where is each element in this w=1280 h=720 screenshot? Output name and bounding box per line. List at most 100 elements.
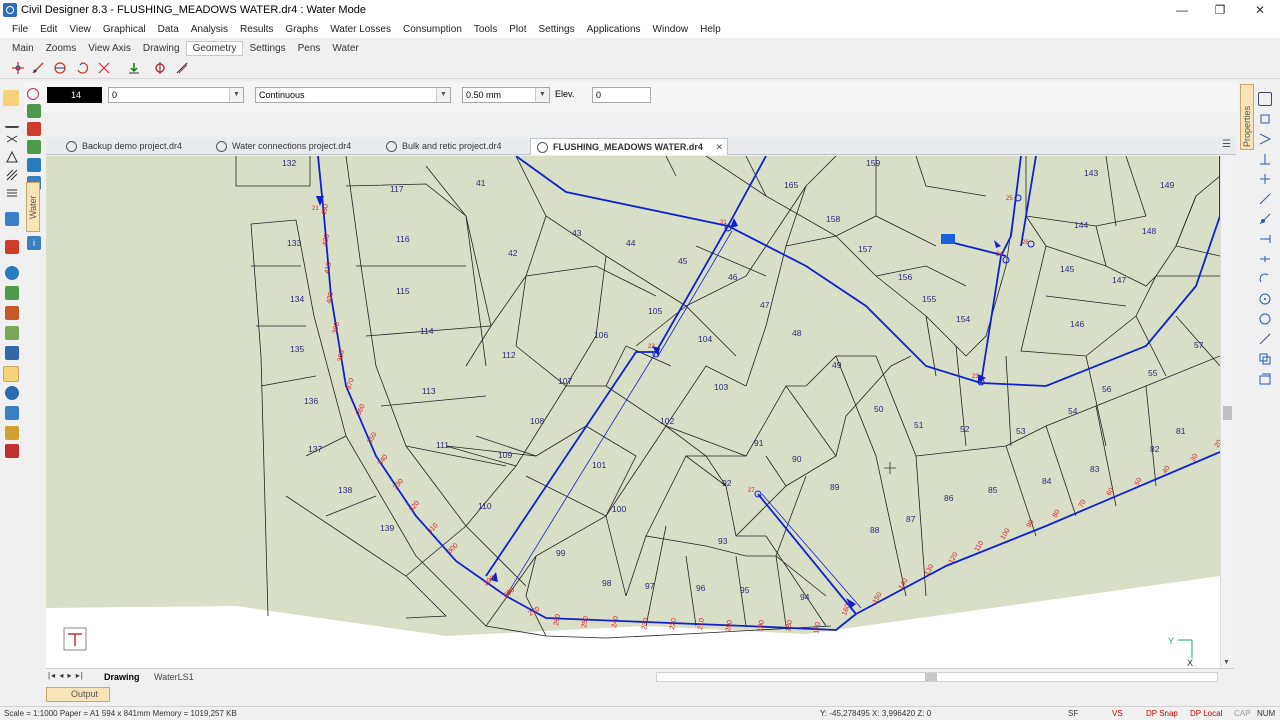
near-tool-icon[interactable]	[1258, 332, 1272, 346]
center-tool-icon[interactable]	[1258, 292, 1272, 306]
chevron-down-icon[interactable]: ▼	[535, 88, 549, 102]
menu-graphical[interactable]: Graphical	[97, 24, 152, 35]
tab-bulk-retic[interactable]: Bulk and retic project.dr4	[380, 138, 526, 155]
reservoir-icon[interactable]	[5, 240, 19, 254]
cross-tool-icon[interactable]	[1258, 172, 1272, 186]
menu-plot[interactable]: Plot	[503, 24, 532, 35]
ribbon-tab-geometry[interactable]: Geometry	[185, 40, 244, 56]
triangle-icon[interactable]	[5, 150, 19, 164]
node-edit-icon[interactable]	[152, 60, 168, 76]
sf-indicator[interactable]: SF	[1068, 707, 1078, 720]
scroll-down-icon[interactable]: ▼	[1223, 659, 1230, 666]
ribbon-tab-settings[interactable]: Settings	[243, 42, 291, 55]
tools-icon[interactable]	[5, 444, 19, 458]
minimize-button[interactable]: —	[1162, 0, 1202, 20]
drawing-canvas[interactable]: Y X 132 117 41 159 165 143 149 133 116 43 44 158 157…	[46, 156, 1220, 668]
rotate-tool-icon[interactable]	[74, 60, 90, 76]
close-button[interactable]: ✕	[1240, 0, 1280, 20]
water-side-tab[interactable]: Water	[26, 182, 40, 232]
chevron-down-icon[interactable]: ▼	[436, 88, 450, 102]
valve-icon[interactable]	[5, 132, 19, 146]
measure-icon[interactable]	[174, 60, 190, 76]
meter-icon[interactable]	[5, 406, 19, 420]
layer-icon[interactable]	[27, 104, 41, 118]
menu-window[interactable]: Window	[647, 24, 695, 35]
ribbon-tab-drawing[interactable]: Drawing	[137, 42, 186, 55]
report-icon[interactable]	[5, 426, 19, 440]
hydrant-icon[interactable]	[5, 386, 19, 400]
end-tool-icon[interactable]	[1258, 232, 1272, 246]
mid-tool-icon[interactable]	[1258, 252, 1272, 266]
perp-tool-icon[interactable]	[1258, 152, 1272, 166]
linetype-select[interactable]: Continuous ▼	[255, 87, 451, 103]
tab-flushing-meadows[interactable]: FLUSHING_MEADOWS WATER.dr4 ✕	[530, 138, 728, 155]
horizontal-scroll-thumb[interactable]	[925, 673, 937, 681]
dp-snap-indicator[interactable]: DP Snap	[1146, 707, 1178, 720]
chevron-down-icon[interactable]: ▼	[229, 88, 243, 102]
sheet-tab-waterls[interactable]: WaterLS1	[154, 672, 194, 682]
layers-tool-icon[interactable]	[1258, 372, 1272, 386]
er-icon[interactable]	[4, 188, 18, 202]
tee-icon[interactable]	[5, 114, 19, 128]
horizontal-scrollbar[interactable]	[656, 672, 1218, 682]
ribbon-tab-pens[interactable]: Pens	[292, 42, 327, 55]
square-tool-icon[interactable]	[1258, 112, 1272, 126]
tab-list-icon[interactable]: ☰	[1222, 139, 1231, 150]
angle-tool-icon[interactable]	[1258, 132, 1272, 146]
node-icon[interactable]	[5, 266, 19, 280]
sheet-tab-drawing[interactable]: Drawing	[104, 672, 140, 682]
snap-icon[interactable]	[3, 90, 19, 106]
menu-edit[interactable]: Edit	[34, 24, 63, 35]
lineweight-select[interactable]: 0.50 mm ▼	[462, 87, 550, 103]
ribbon-tab-view-axis[interactable]: View Axis	[82, 42, 137, 55]
tangent-tool-icon[interactable]	[1258, 212, 1272, 226]
add-point-icon[interactable]	[10, 60, 26, 76]
circle-snap-icon[interactable]	[1258, 312, 1272, 326]
output-tab[interactable]: Output	[46, 687, 110, 702]
sheet-nav-icon[interactable]: |◂ ◂ ▸ ▸|	[48, 671, 84, 680]
vertical-scrollbar[interactable]: ▼	[1220, 156, 1234, 668]
menu-analysis[interactable]: Analysis	[185, 24, 234, 35]
vertical-scroll-thumb[interactable]	[1223, 406, 1232, 420]
menu-tools[interactable]: Tools	[468, 24, 503, 35]
pipe-icon[interactable]	[5, 212, 19, 226]
menu-water-losses[interactable]: Water Losses	[324, 24, 397, 35]
layer-select[interactable]: 0 ▼	[108, 87, 244, 103]
hatch-icon[interactable]	[5, 168, 19, 182]
ribbon-tab-main[interactable]: Main	[6, 42, 40, 55]
menu-data[interactable]: Data	[152, 24, 185, 35]
tab-water-connections[interactable]: Water connections project.dr4	[210, 138, 376, 155]
vs-indicator[interactable]: VS	[1112, 707, 1123, 720]
maximize-button[interactable]: ❐	[1200, 0, 1240, 20]
menu-consumption[interactable]: Consumption	[397, 24, 468, 35]
house-icon[interactable]	[27, 122, 41, 136]
selected-tool-icon[interactable]	[3, 366, 19, 382]
ribbon-tab-zooms[interactable]: Zooms	[40, 42, 83, 55]
ribbon-tab-water[interactable]: Water	[326, 42, 364, 55]
trim-tool-icon[interactable]	[96, 60, 112, 76]
menu-file[interactable]: File	[6, 24, 34, 35]
menu-settings[interactable]: Settings	[532, 24, 580, 35]
tab-backup-demo[interactable]: Backup demo project.dr4	[60, 138, 206, 155]
demand-icon[interactable]	[5, 346, 19, 360]
house-green-icon[interactable]	[27, 140, 41, 154]
info-icon[interactable]: i	[27, 236, 41, 250]
menu-graphs[interactable]: Graphs	[279, 24, 324, 35]
area-icon[interactable]	[5, 326, 19, 340]
color-field[interactable]: 14	[47, 87, 102, 103]
draw-line-icon[interactable]	[30, 60, 46, 76]
water-mode-icon[interactable]	[27, 88, 39, 100]
menu-applications[interactable]: Applications	[581, 24, 647, 35]
tank-icon[interactable]	[5, 286, 19, 300]
quadrant-tool-icon[interactable]	[1258, 272, 1272, 286]
menu-view[interactable]: View	[63, 24, 97, 35]
dp-local-indicator[interactable]: DP Local	[1190, 707, 1222, 720]
menu-help[interactable]: Help	[694, 24, 727, 35]
elev-input[interactable]: 0	[592, 87, 651, 103]
copy-tool-icon[interactable]	[1258, 352, 1272, 366]
menu-results[interactable]: Results	[234, 24, 279, 35]
close-tab-icon[interactable]: ✕	[715, 139, 723, 155]
pump-icon[interactable]	[5, 306, 19, 320]
house-blue-icon[interactable]	[27, 158, 41, 172]
export-icon[interactable]	[126, 60, 142, 76]
